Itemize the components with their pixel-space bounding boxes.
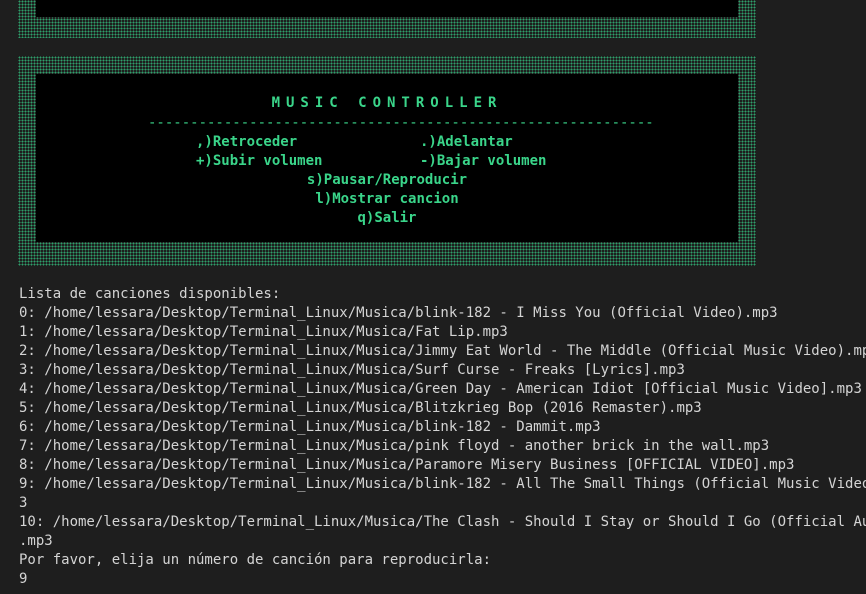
previous-panel-frame — [18, 0, 756, 38]
song-list-item: 9: /home/lessara/Desktop/Terminal_Linux/… — [19, 476, 866, 492]
controller-separator: ----------------------------------------… — [148, 115, 654, 131]
song-list-item-wrap: 3 — [19, 495, 28, 511]
music-controller-panel: MUSIC CONTROLLER -----------------------… — [36, 74, 738, 242]
previous-panel — [36, 0, 738, 17]
quit-option: q)Salir — [357, 210, 417, 226]
song-prompt: Por favor, elija un número de canción pa… — [19, 552, 492, 568]
song-list-item: 0: /home/lessara/Desktop/Terminal_Linux/… — [19, 305, 778, 321]
song-list-item: 10: /home/lessara/Desktop/Terminal_Linux… — [19, 514, 866, 530]
song-list-item: 2: /home/lessara/Desktop/Terminal_Linux/… — [19, 343, 866, 359]
pause-play-option: s)Pausar/Reproducir — [306, 172, 468, 188]
music-controller-frame: MUSIC CONTROLLER -----------------------… — [18, 56, 756, 266]
song-list-header: Lista de canciones disponibles: — [19, 286, 281, 302]
volume-down-option: -)Bajar volumen — [420, 153, 547, 169]
song-list-item: 4: /home/lessara/Desktop/Terminal_Linux/… — [19, 381, 862, 397]
song-list-item: 1: /home/lessara/Desktop/Terminal_Linux/… — [19, 324, 508, 340]
song-list-item: 7: /home/lessara/Desktop/Terminal_Linux/… — [19, 438, 770, 454]
song-list-item: 5: /home/lessara/Desktop/Terminal_Linux/… — [19, 400, 702, 416]
controller-title: MUSIC CONTROLLER — [271, 95, 503, 111]
volume-up-option: +)Subir volumen — [196, 153, 323, 169]
song-list-item-wrap: .mp3 — [19, 533, 53, 549]
song-list-item: 6: /home/lessara/Desktop/Terminal_Linux/… — [19, 419, 601, 435]
song-list-item: 3: /home/lessara/Desktop/Terminal_Linux/… — [19, 362, 685, 378]
terminal-output: Lista de canciones disponibles: 0: /home… — [19, 285, 866, 589]
show-song-option: l)Mostrar cancion — [315, 191, 459, 207]
forward-option: .)Adelantar — [420, 134, 513, 150]
rewind-option: ,)Retroceder — [196, 134, 298, 150]
terminal-input[interactable]: 9 — [19, 570, 864, 589]
song-list-item: 8: /home/lessara/Desktop/Terminal_Linux/… — [19, 457, 795, 473]
